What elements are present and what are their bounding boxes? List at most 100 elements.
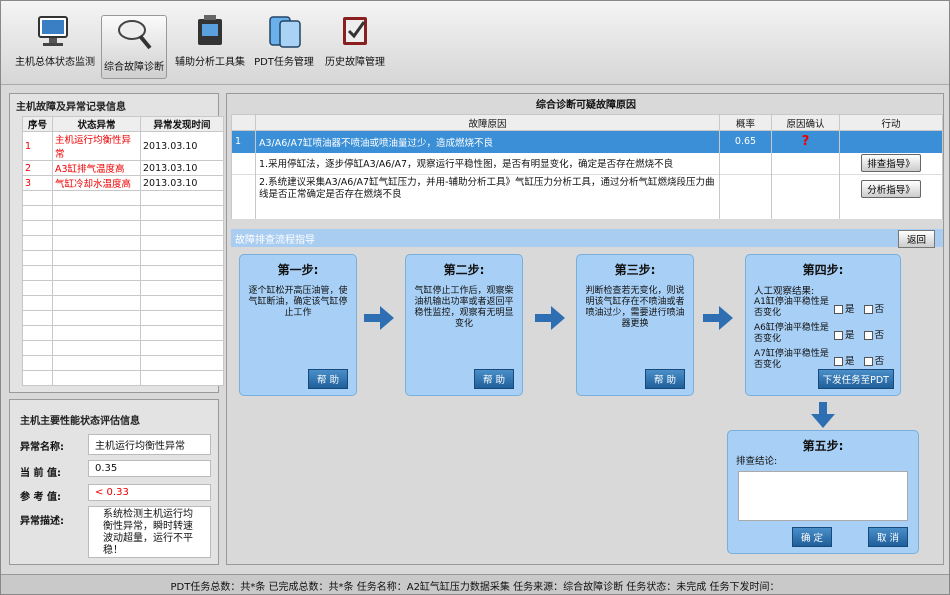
table-row[interactable]: 1 主机运行均衡性异常 2013.03.10: [22, 131, 224, 161]
col-header-time[interactable]: 异常发现时间: [140, 116, 224, 132]
performance-panel: 主机主要性能状态评估信息 异常名称: 主机运行均衡性异常 当 前 值: 0.35…: [9, 399, 219, 565]
table-row[interactable]: 2 A3缸排气温度高 2013.03.10: [22, 160, 224, 176]
sub-step-text: 1.采用停缸法，逐步停缸A3/A6/A7，观察运行平稳性图，是否有明显变化，确定…: [255, 152, 720, 175]
status-bar: PDT任务总数：共*条 已完成总数：共*条 任务名称：A2缸气缸压力数据采集 任…: [1, 574, 949, 594]
step-1-text: 逐个缸松开高压油管，使气缸断油，确定该气缸停止工作: [248, 286, 348, 318]
current-value-label: 当 前 值:: [20, 468, 61, 479]
step-2-text: 气缸停止工作后，观察柴油机输出功率或者返回平稳性监控，观察有无明显变化: [414, 286, 514, 329]
magnifier-icon: [114, 16, 154, 54]
flow-guide-bar: 故障排查流程指导 返回: [231, 229, 943, 248]
step-3-card: 第三步: 判断检查若无变化，则说明该气缸存在不喷油或者喷油过少，需要进行喷油器更…: [576, 254, 694, 396]
performance-title: 主机主要性能状态评估信息: [20, 416, 140, 427]
toolbar-diagnosis[interactable]: 综合故障诊断: [101, 15, 167, 79]
toolbar-pdt-tasks[interactable]: PDT任务管理: [253, 11, 315, 77]
cell-index: 2: [22, 160, 53, 176]
step-1-help-button[interactable]: 帮 助: [307, 369, 348, 389]
send-to-pdt-button[interactable]: 下发任务至PDT: [817, 369, 894, 389]
col-header-probability[interactable]: 概率: [719, 114, 772, 131]
confirm-button[interactable]: 确 定: [791, 527, 832, 547]
table-row: [22, 340, 224, 356]
monitor-icon: [33, 11, 73, 49]
toolbar-history[interactable]: 历史故障管理: [323, 11, 387, 77]
table-row[interactable]: 3 气缸冷却水温度高 2013.03.10: [22, 175, 224, 191]
step-5-card: 第五步: 排查结论: 确 定 取 消: [727, 430, 919, 554]
cell-status: 主机运行均衡性异常: [52, 131, 141, 161]
col-header-status[interactable]: 状态异常: [52, 116, 141, 132]
toolbar-label: 主机总体状态监测: [15, 57, 95, 68]
table-row: [22, 310, 224, 326]
toolbar-label: PDT任务管理: [254, 57, 314, 68]
diagnosis-panel: 综合诊断可疑故障原因 故障原因 概率 原因确认 行动 1 A3/A6/A7缸喷油…: [226, 93, 944, 565]
analysis-guide-button[interactable]: 分析指导》: [861, 179, 921, 198]
toolbar-analysis-tools[interactable]: 辅助分析工具集: [175, 11, 245, 77]
conclusion-textarea[interactable]: [738, 471, 908, 521]
col-header-index[interactable]: 序号: [22, 116, 53, 132]
table-row: [22, 280, 224, 296]
cell-time: 2013.03.10: [140, 175, 224, 191]
back-button[interactable]: 返回: [897, 230, 935, 248]
main-toolbar: 主机总体状态监测 综合故障诊断 辅助分析工具集 PDT任务管理 历史故障管理: [1, 1, 949, 85]
confirm-question-icon[interactable]: ?: [771, 130, 840, 153]
col-header-blank: [231, 114, 256, 131]
sub-step-text: 2.系统建议采集A3/A6/A7缸气缸压力，并用-辅助分析工具》气缸压力分析工具…: [255, 174, 720, 203]
check-a6-no[interactable]: [863, 331, 873, 340]
fault-record-panel: 主机故障及异常记录信息 序号 状态异常 异常发现时间 1 主机运行均衡性异常 201…: [9, 93, 224, 393]
fault-record-title: 主机故障及异常记录信息: [16, 102, 126, 113]
step-2-title: 第二步:: [443, 263, 485, 277]
step-2-help-button[interactable]: 帮 助: [473, 369, 514, 389]
cancel-button[interactable]: 取 消: [867, 527, 908, 547]
step-5-label: 排查结论:: [736, 456, 778, 467]
table-row: [22, 220, 224, 236]
flow-guide-title: 故障排查流程指导: [235, 235, 315, 246]
cell-index: 1: [22, 131, 53, 161]
status-text: PDT任务总数：共*条 已完成总数：共*条 任务名称：A2缸气缸压力数据采集 任…: [170, 582, 780, 593]
troubleshoot-guide-button[interactable]: 排查指导》: [861, 154, 921, 173]
check-a6-label: A6缸停油平稳性是否变化: [754, 323, 829, 344]
check-a1-no[interactable]: [863, 305, 873, 314]
anomaly-desc-value: 系统检测主机运行均衡性异常，瞬时转速波动超量，运行不平稳！: [88, 506, 211, 558]
step-2-card: 第二步: 气缸停止工作后，观察柴油机输出功率或者返回平稳性监控，观察有无明显变化…: [405, 254, 523, 396]
step-4-card: 第四步: 人工观察结果: A1缸停油平稳性是否变化 是 否 A6缸停油平稳性是否…: [745, 254, 901, 396]
col-header-action[interactable]: 行动: [839, 114, 943, 131]
table-row: [22, 250, 224, 266]
fault-cause-table: 故障原因 概率 原因确认 行动 1 A3/A6/A7缸喷油器不喷油或喷油量过少，…: [231, 114, 943, 219]
step-3-text: 判断检查若无变化，则说明该气缸存在不喷油或者喷油过少，需要进行喷油器更换: [585, 286, 685, 329]
cause-row[interactable]: 1 A3/A6/A7缸喷油器不喷油或喷油量过少，造成燃烧不良 0.65 ?: [231, 130, 943, 153]
history-checklist-icon: [335, 11, 375, 49]
current-value: 0.35: [88, 460, 211, 477]
diagnosis-title: 综合诊断可疑故障原因: [536, 100, 636, 111]
check-a7-label: A7缸停油平稳性是否变化: [754, 349, 829, 370]
cell-time: 2013.03.10: [140, 160, 224, 176]
table-row: [22, 370, 224, 386]
anomaly-name-value: 主机运行均衡性异常: [88, 434, 211, 455]
fault-record-table: 序号 状态异常 异常发现时间 1 主机运行均衡性异常 2013.03.10 2 A3缸…: [22, 116, 224, 386]
check-a6-yes[interactable]: [834, 331, 843, 340]
toolbar-label: 综合故障诊断: [104, 62, 164, 73]
step-5-title: 第五步:: [802, 439, 844, 453]
step-3-title: 第三步:: [614, 263, 656, 277]
cell-status: 气缸冷却水温度高: [52, 175, 141, 191]
step-3-help-button[interactable]: 帮 助: [644, 369, 685, 389]
table-row: [22, 235, 224, 251]
toolbox-icon: [190, 11, 230, 49]
cell-status: A3缸排气温度高: [52, 160, 141, 176]
check-a7-no[interactable]: [863, 357, 873, 366]
step-4-heading: 人工观察结果:: [754, 286, 815, 297]
check-a7-yes[interactable]: [834, 357, 843, 366]
table-row: [22, 265, 224, 281]
col-header-confirm[interactable]: 原因确认: [771, 114, 840, 131]
reference-value: < 0.33: [88, 484, 211, 501]
anomaly-desc-label: 异常描述:: [20, 516, 64, 527]
toolbar-monitor[interactable]: 主机总体状态监测: [15, 11, 95, 77]
col-header-cause[interactable]: 故障原因: [255, 114, 720, 131]
sub-step-row: 2.系统建议采集A3/A6/A7缸气缸压力，并用-辅助分析工具》气缸压力分析工具…: [231, 174, 943, 203]
anomaly-name-label: 异常名称:: [20, 442, 64, 453]
pdt-device-icon: [264, 11, 304, 49]
cause-probability: 0.65: [719, 130, 772, 153]
step-1-title: 第一步:: [277, 263, 319, 277]
table-row: [22, 295, 224, 311]
table-row: [22, 355, 224, 371]
check-a1-label: A1缸停油平稳性是否变化: [754, 297, 829, 318]
check-a1-yes[interactable]: [834, 305, 843, 314]
step-1-card: 第一步: 逐个缸松开高压油管，使气缸断油，确定该气缸停止工作 帮 助: [239, 254, 357, 396]
